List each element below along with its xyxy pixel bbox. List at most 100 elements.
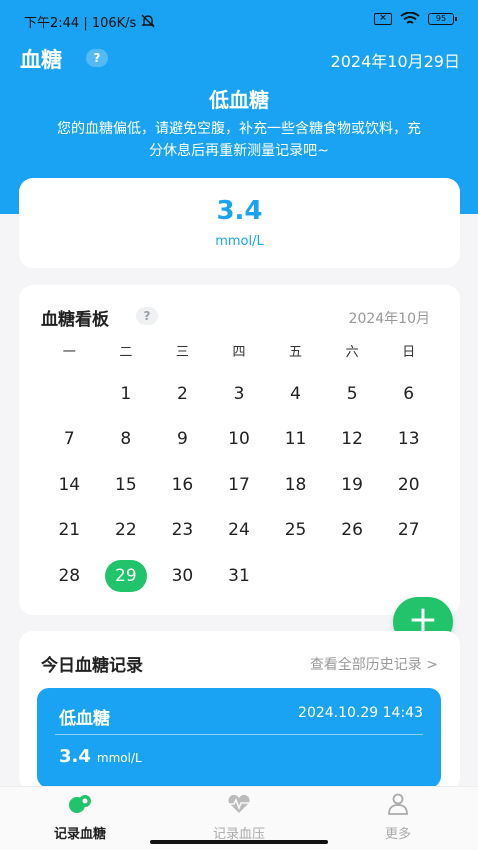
- header-date: 2024年10月29日: [330, 52, 460, 71]
- calendar-day[interactable]: 14: [41, 462, 98, 508]
- calendar-day-number: 1: [120, 383, 132, 404]
- calendar-day-number: 23: [171, 520, 194, 541]
- sim-icon: ×: [374, 13, 392, 25]
- tab-record-glucose[interactable]: 记录血糖: [20, 793, 140, 842]
- calendar-day[interactable]: 7: [41, 417, 98, 463]
- home-indicator: [150, 840, 328, 844]
- status-bar: 下午2:44 | 106K/s × 95: [0, 8, 478, 36]
- calendar-day[interactable]: 19: [324, 462, 381, 508]
- tab-record-blood-pressure[interactable]: 记录血压: [179, 793, 299, 842]
- calendar-day-number: 4: [290, 383, 301, 404]
- calendar-day-number: 3: [233, 383, 245, 404]
- calendar-day[interactable]: 12: [324, 417, 381, 463]
- record-status: 低血糖: [59, 709, 110, 729]
- calendar-day[interactable]: 24: [211, 508, 268, 554]
- weekday-label: 二: [119, 345, 133, 360]
- weekday-label: 一: [62, 345, 76, 360]
- calendar-day[interactable]: 4: [267, 371, 324, 417]
- calendar-day-number: 8: [120, 429, 132, 450]
- calendar-day-number: 7: [63, 429, 75, 450]
- calendar-day-number: 28: [58, 565, 81, 586]
- calendar-month[interactable]: 2024年10月: [349, 308, 430, 328]
- calendar-day-number: 18: [284, 474, 307, 495]
- glucose-status-tip: 您的血糖偏低，请避免空腹，补充一些含糖食物或饮料，充分休息后再重新测量记录吧~: [57, 121, 421, 159]
- current-reading-value: 3.4: [216, 196, 263, 226]
- calendar-day[interactable]: 21: [41, 508, 98, 554]
- page-title: 血糖: [20, 48, 62, 72]
- calendar-day[interactable]: 18: [267, 462, 324, 508]
- user-icon: [388, 793, 408, 815]
- record-unit: mmol/L: [96, 751, 142, 765]
- calendar-day[interactable]: 16: [154, 462, 211, 508]
- calendar-day[interactable]: 3: [211, 371, 268, 417]
- help-icon[interactable]: ?: [86, 49, 108, 67]
- battery-icon: 95: [428, 13, 457, 25]
- glucose-status-title: 低血糖: [209, 88, 269, 112]
- calendar-day-number: 11: [284, 429, 307, 450]
- calendar-day[interactable]: 23: [154, 508, 211, 554]
- calendar-day[interactable]: 30: [154, 553, 211, 599]
- calendar-day-number: 2: [177, 383, 188, 404]
- calendar-day-number: 20: [397, 474, 420, 495]
- calendar-help-icon[interactable]: ?: [136, 307, 158, 325]
- calendar-day[interactable]: 17: [211, 462, 268, 508]
- today-records-card: 今日血糖记录 查看全部历史记录 > 低血糖 2024.10.29 14:43 3…: [19, 631, 460, 791]
- wifi-icon: [400, 12, 420, 24]
- calendar-day-number: 6: [403, 383, 415, 404]
- calendar-day-number: 26: [341, 520, 363, 541]
- record-item[interactable]: 低血糖 2024.10.29 14:43 3.4 mmol/L: [37, 688, 441, 788]
- calendar-day[interactable]: 15: [98, 462, 155, 508]
- calendar-day[interactable]: 27: [380, 508, 437, 554]
- calendar-day[interactable]: 13: [380, 417, 437, 463]
- calendar-day[interactable]: 10: [211, 417, 268, 463]
- calendar-day-number: 5: [346, 383, 358, 404]
- calendar-day[interactable]: 11: [267, 417, 324, 463]
- view-all-history-link[interactable]: 查看全部历史记录 >: [310, 654, 438, 674]
- calendar-day-number: 22: [115, 520, 137, 541]
- tab-label: 记录血糖: [53, 827, 106, 842]
- calendar-day[interactable]: 2: [154, 371, 211, 417]
- current-reading-unit: mmol/L: [215, 234, 264, 249]
- record-value-row: 3.4 mmol/L: [59, 746, 142, 767]
- weekday-label: 四: [232, 345, 246, 360]
- status-time: 下午2:44 | 106K/s: [24, 16, 137, 31]
- calendar-day-number: 9: [177, 429, 188, 450]
- weekday-label: 三: [175, 345, 189, 360]
- calendar-day-number: 10: [228, 429, 250, 450]
- heartbeat-icon: [228, 794, 250, 813]
- calendar-day[interactable]: 6: [380, 371, 437, 417]
- calendar-day-number: 30: [171, 565, 194, 586]
- calendar-day-number: 24: [228, 520, 250, 541]
- calendar-day-number: 31: [228, 565, 250, 586]
- calendar-day-number: 25: [284, 520, 307, 541]
- calendar-day[interactable]: 25: [267, 508, 324, 554]
- weekday-label: 六: [345, 345, 359, 360]
- weekday-label: 日: [402, 345, 416, 360]
- calendar-day[interactable]: 5: [324, 371, 381, 417]
- calendar-day[interactable]: 31: [211, 553, 268, 599]
- weekday-label: 五: [289, 345, 303, 360]
- calendar-grid: 一二三四五六日 1 2 3 4 5 6 7 8 9 10 11 12 13 14 15 16 17 18 19 20 21…: [41, 341, 437, 599]
- calendar-day-number: 19: [341, 474, 363, 495]
- calendar-day[interactable]: 9: [154, 417, 211, 463]
- calendar-day-number: 17: [228, 474, 250, 495]
- record-value: 3.4: [59, 746, 91, 767]
- calendar-day-number: 15: [115, 474, 137, 495]
- calendar-day-number: 12: [341, 429, 363, 450]
- current-reading-card: 3.4 mmol/L: [19, 178, 460, 268]
- calendar-day[interactable]: 8: [98, 417, 155, 463]
- calendar-day-number: 27: [397, 520, 420, 541]
- calendar-title: 血糖看板: [41, 310, 109, 330]
- tab-label: 更多: [384, 827, 411, 842]
- records-title: 今日血糖记录: [41, 656, 143, 676]
- tab-more[interactable]: 更多: [338, 793, 458, 842]
- calendar-day[interactable]: 22: [98, 508, 155, 554]
- record-time: 2024.10.29 14:43: [298, 705, 423, 721]
- calendar-day-today[interactable]: 29: [98, 553, 155, 599]
- calendar-day[interactable]: 20: [380, 462, 437, 508]
- calendar-day[interactable]: 1: [98, 371, 155, 417]
- record-divider: [55, 734, 423, 735]
- calendar-day[interactable]: 26: [324, 508, 381, 554]
- calendar-day-number: 13: [397, 429, 420, 450]
- calendar-day[interactable]: 28: [41, 553, 98, 599]
